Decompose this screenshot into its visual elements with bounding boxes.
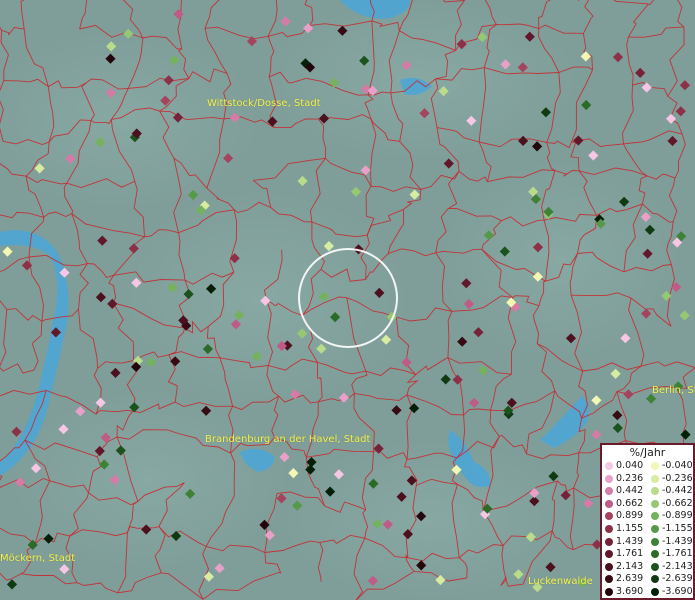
legend-swatch — [651, 575, 659, 584]
legend-row: 1.155 -1.155 — [602, 523, 695, 535]
legend-swatch — [651, 474, 659, 483]
legend-swatch — [605, 562, 613, 571]
legend-value: 0.442 — [616, 485, 644, 497]
legend-swatch — [605, 474, 613, 483]
legend-swatch — [651, 562, 659, 571]
legend-value: 0.040 — [616, 460, 644, 471]
legend-swatch — [605, 487, 613, 496]
legend-swatch — [651, 499, 659, 508]
legend-row: 2.143 -2.143 — [602, 561, 695, 573]
legend-swatch — [651, 550, 659, 559]
legend-value: 0.899 — [616, 510, 644, 522]
legend-swatch — [651, 462, 659, 470]
legend-value: 0.236 — [616, 472, 644, 484]
place-label-brandenburg: Brandenburg an der Havel, Stadt — [205, 434, 371, 445]
legend-row: 0.236 -0.236 — [602, 473, 695, 485]
legend-value: -1.439 — [662, 535, 693, 547]
legend-row: 0.899 -0.899 — [602, 510, 695, 522]
legend-value: -0.040 — [662, 460, 693, 471]
legend-value: -2.143 — [662, 560, 693, 572]
legend-value: -0.236 — [662, 472, 693, 484]
place-label-luckenwalde: Luckenwalde — [528, 576, 593, 587]
legend-swatch — [651, 537, 659, 546]
map-canvas[interactable] — [0, 0, 695, 600]
legend-swatch — [605, 499, 613, 508]
legend-row: 0.040 -0.040 — [602, 460, 695, 472]
legend-value: 2.143 — [616, 560, 644, 572]
legend-swatch — [651, 512, 659, 521]
legend-value: 2.639 — [616, 573, 644, 585]
legend-value: -1.761 — [662, 548, 693, 560]
legend-value: -1.155 — [662, 523, 693, 534]
legend-value: 1.761 — [616, 548, 644, 560]
legend-title: %/Jahr — [629, 446, 666, 459]
legend-value: -0.662 — [662, 497, 693, 509]
legend-row: 3.690 -3.690 — [602, 586, 695, 598]
legend-row: 2.639 -2.639 — [602, 573, 695, 585]
legend-row: 1.439 -1.439 — [602, 536, 695, 548]
legend-value: 3.690 — [616, 586, 644, 597]
place-label-moeckern: Möckern, Stadt — [0, 553, 76, 564]
legend-swatch — [605, 550, 613, 559]
map-legend: %/Jahr 0.040 -0.040 0.236 -0.236 0.442 -0.442… — [600, 443, 695, 600]
legend-row: 1.761 -1.761 — [602, 548, 695, 560]
legend-swatch — [605, 512, 613, 521]
legend-swatch — [605, 525, 613, 533]
place-label-berlin: Berlin, St — [652, 385, 695, 396]
legend-swatch — [605, 462, 613, 470]
legend-value: -0.899 — [662, 510, 693, 522]
legend-value: -3.690 — [662, 586, 693, 597]
legend-swatch — [605, 588, 613, 596]
legend-row: 0.662 -0.662 — [602, 498, 695, 510]
legend-swatch — [605, 575, 613, 584]
legend-value: -2.639 — [662, 573, 693, 585]
legend-value: 0.662 — [616, 497, 644, 509]
legend-swatch — [651, 588, 659, 596]
legend-row: 0.442 -0.442 — [602, 485, 695, 497]
legend-swatch — [651, 525, 659, 533]
legend-value: 1.155 — [616, 523, 644, 534]
legend-swatch — [605, 537, 613, 546]
place-label-wittstock: Wittstock/Dosse, Stadt — [207, 98, 321, 109]
legend-value: 1.439 — [616, 535, 644, 547]
legend-swatch — [651, 487, 659, 496]
legend-value: -0.442 — [662, 485, 693, 497]
